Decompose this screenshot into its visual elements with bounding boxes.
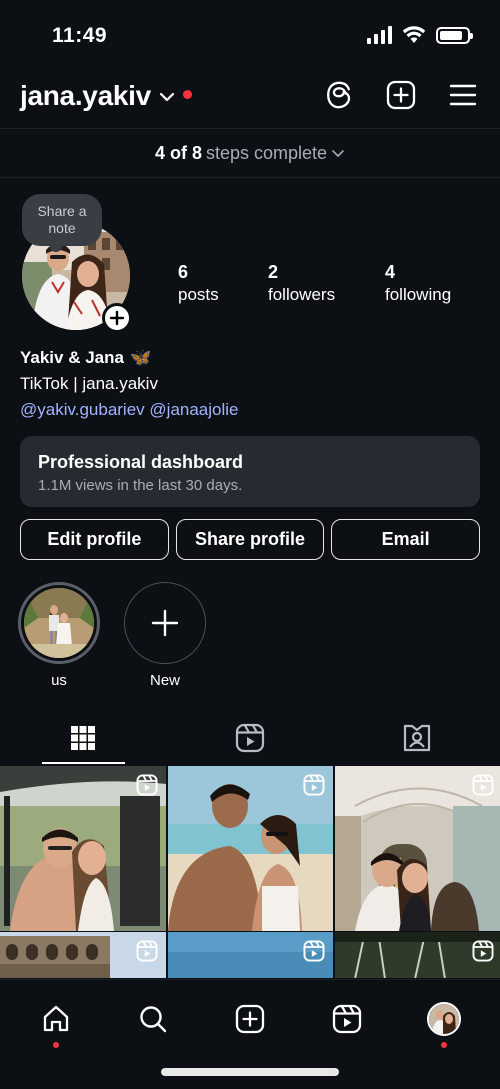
profile-actions: Edit profile Share profile Email — [20, 519, 481, 560]
reel-badge-icon — [136, 940, 158, 962]
profile-steps-progress[interactable]: 4 of 8 steps complete — [0, 128, 500, 178]
share-note-bubble[interactable]: Share a note — [22, 194, 102, 252]
add-story-button[interactable] — [102, 303, 132, 333]
profile-header: jana.yakiv — [0, 70, 500, 126]
bio-mentions: @yakiv.gubariev @janaajolie — [20, 400, 480, 420]
reels-icon[interactable] — [235, 723, 265, 753]
new-highlight-button[interactable] — [124, 582, 206, 664]
battery-icon — [436, 26, 473, 44]
followers-count: 2 — [268, 262, 279, 282]
battery-level — [440, 30, 463, 40]
email-button[interactable]: Email — [331, 519, 481, 560]
hamburger-menu-icon[interactable] — [449, 83, 477, 107]
highlight-label: us — [51, 672, 67, 689]
nav-search[interactable] — [128, 994, 178, 1044]
account-switcher[interactable]: jana.yakiv — [20, 80, 192, 112]
grid-icon[interactable] — [70, 725, 96, 751]
tagged-icon[interactable] — [402, 723, 432, 753]
grid-post[interactable] — [168, 766, 333, 931]
grid-post[interactable] — [0, 766, 166, 931]
highlight-us[interactable]: us — [18, 582, 100, 689]
nav-profile[interactable] — [419, 994, 469, 1048]
display-name: Yakiv & Jana — [20, 348, 124, 367]
status-bar: 11:49 — [0, 0, 500, 70]
tab-posts-grid[interactable] — [0, 712, 167, 764]
plus-square-icon[interactable] — [386, 80, 416, 110]
reel-badge-icon — [303, 940, 325, 962]
story-highlights: us New — [18, 582, 206, 689]
following-label: following — [385, 285, 452, 304]
nav-create[interactable] — [225, 994, 275, 1044]
plus-icon — [151, 609, 179, 637]
display-name-row: Yakiv & Jana 🦋 — [20, 348, 480, 368]
posts-grid — [0, 766, 500, 978]
threads-button[interactable] — [324, 80, 354, 110]
tab-reels[interactable] — [167, 712, 334, 764]
following-count: 4 — [385, 262, 396, 282]
wifi-icon — [402, 26, 426, 43]
posts-count: 6 — [178, 262, 189, 282]
grid-post[interactable] — [335, 766, 500, 931]
reel-badge-icon — [303, 774, 325, 796]
professional-dashboard-card[interactable]: Professional dashboard 1.1M views in the… — [20, 436, 480, 507]
highlight-ring[interactable] — [18, 582, 100, 664]
steps-count: 4 of 8 — [154, 142, 202, 163]
bottom-nav-items — [0, 994, 500, 1048]
reels-icon[interactable] — [332, 1004, 362, 1034]
steps-label: steps complete — [205, 142, 328, 163]
menu-button[interactable] — [448, 80, 478, 110]
notification-dot — [53, 1042, 60, 1048]
bottom-navigation — [0, 979, 500, 1089]
highlight-new[interactable]: New — [124, 582, 206, 689]
create-icon[interactable] — [235, 1004, 265, 1034]
stat-posts[interactable]: 6 posts — [178, 262, 219, 305]
nav-home[interactable] — [31, 994, 81, 1048]
status-time: 11:49 — [52, 24, 108, 47]
nav-reels[interactable] — [322, 994, 372, 1044]
create-post-button[interactable] — [386, 80, 416, 110]
plus-icon[interactable] — [109, 310, 125, 326]
dashboard-title: Professional dashboard — [38, 452, 244, 472]
reel-badge-icon — [472, 940, 494, 962]
share-profile-button[interactable]: Share profile — [175, 519, 325, 560]
signal-icon — [367, 26, 392, 44]
dashboard-subtitle: 1.1M views in the last 30 days. — [38, 477, 243, 494]
username[interactable]: jana.yakiv — [20, 80, 151, 112]
tab-tagged[interactable] — [333, 712, 500, 764]
highlight-label: New — [149, 672, 180, 689]
reel-badge-icon — [472, 774, 494, 796]
chevron-down-icon[interactable] — [159, 91, 175, 103]
reel-badge-icon — [136, 774, 158, 796]
chevron-down-icon — [332, 150, 344, 158]
mention-link[interactable]: @yakiv.gubariev — [20, 400, 145, 419]
profile-bio: Yakiv & Jana 🦋 TikTok | jana.yakiv @yaki… — [20, 348, 480, 420]
butterfly-emoji: 🦋 — [129, 348, 152, 367]
search-icon[interactable] — [138, 1004, 168, 1034]
bio-text: TikTok | jana.yakiv — [20, 374, 158, 393]
grid-post[interactable] — [168, 932, 333, 978]
followers-label: followers — [268, 285, 336, 304]
profile-content-tabs — [0, 712, 500, 764]
profile-avatar-icon[interactable] — [426, 1002, 461, 1036]
grid-post[interactable] — [335, 932, 500, 978]
posts-label: posts — [178, 285, 219, 304]
status-icons — [367, 26, 473, 44]
threads-icon[interactable] — [325, 80, 353, 110]
stat-following[interactable]: 4 following — [385, 262, 451, 305]
highlight-cover-image — [24, 588, 94, 658]
stat-followers[interactable]: 2 followers — [268, 262, 335, 305]
home-indicator[interactable] — [161, 1068, 339, 1076]
notification-dot — [440, 1042, 447, 1048]
grid-post[interactable] — [0, 932, 166, 978]
notification-dot — [182, 89, 192, 99]
edit-profile-button[interactable]: Edit profile — [20, 519, 169, 560]
home-icon[interactable] — [41, 1004, 71, 1034]
header-actions — [324, 80, 478, 110]
mention-link[interactable]: @janaajolie — [149, 400, 238, 419]
